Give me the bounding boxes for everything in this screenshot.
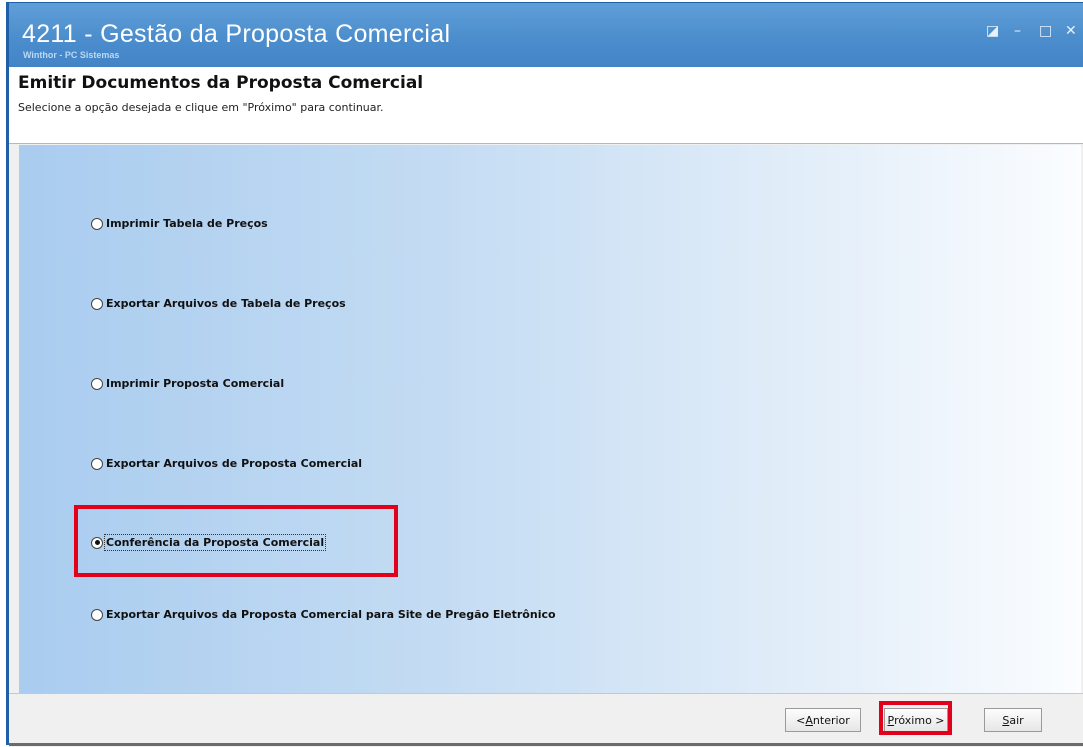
- radio-button[interactable]: [91, 608, 103, 621]
- radio-button[interactable]: [91, 297, 103, 310]
- app-window: 4211 - Gestão da Proposta Comercial Wint…: [6, 2, 1083, 747]
- wizard-header: Emitir Documentos da Proposta Comercial …: [9, 67, 1083, 144]
- option-imprimir-tabela-precos[interactable]: Imprimir Tabela de Preços: [91, 217, 268, 230]
- option-exportar-pregao-eletronico[interactable]: Exportar Arquivos da Proposta Comercial …: [91, 608, 556, 621]
- option-exportar-tabela-precos[interactable]: Exportar Arquivos de Tabela de Preços: [91, 297, 346, 310]
- exit-rest: air: [1009, 713, 1024, 727]
- back-prefix: <: [796, 713, 806, 727]
- option-exportar-proposta[interactable]: Exportar Arquivos de Proposta Comercial: [91, 457, 362, 470]
- close-icon[interactable]: ✕: [1065, 23, 1077, 39]
- option-label[interactable]: Exportar Arquivos de Tabela de Preços: [106, 297, 346, 310]
- highlight-box-next: [879, 701, 952, 735]
- radio-button[interactable]: [91, 377, 103, 390]
- page-title: Emitir Documentos da Proposta Comercial: [18, 73, 424, 93]
- back-button[interactable]: < Anterior: [785, 708, 861, 732]
- option-label[interactable]: Imprimir Proposta Comercial: [106, 377, 284, 390]
- option-label[interactable]: Imprimir Tabela de Preços: [106, 217, 268, 230]
- exit-button[interactable]: Sair: [984, 708, 1042, 732]
- option-label[interactable]: Exportar Arquivos da Proposta Comercial …: [106, 608, 556, 621]
- title-bar: 4211 - Gestão da Proposta Comercial Wint…: [9, 3, 1083, 67]
- option-imprimir-proposta[interactable]: Imprimir Proposta Comercial: [91, 377, 284, 390]
- options-panel: Imprimir Tabela de Preços Exportar Arqui…: [19, 145, 1081, 693]
- page-description: Selecione a opção desejada e clique em "…: [18, 101, 384, 114]
- radio-button[interactable]: [91, 457, 103, 470]
- maximize-icon[interactable]: □: [1039, 23, 1052, 39]
- window-subtitle: Winthor - PC Sistemas: [23, 50, 120, 60]
- minimize-icon[interactable]: –: [1014, 23, 1021, 39]
- back-accel: A: [805, 713, 813, 727]
- back-rest: nterior: [812, 713, 850, 727]
- radio-button[interactable]: [91, 217, 103, 230]
- restore-icon[interactable]: ◪: [986, 23, 999, 39]
- window-title: 4211 - Gestão da Proposta Comercial: [22, 20, 451, 48]
- option-label[interactable]: Exportar Arquivos de Proposta Comercial: [106, 457, 362, 470]
- exit-accel: S: [1002, 713, 1010, 727]
- highlight-box-option: [74, 505, 398, 577]
